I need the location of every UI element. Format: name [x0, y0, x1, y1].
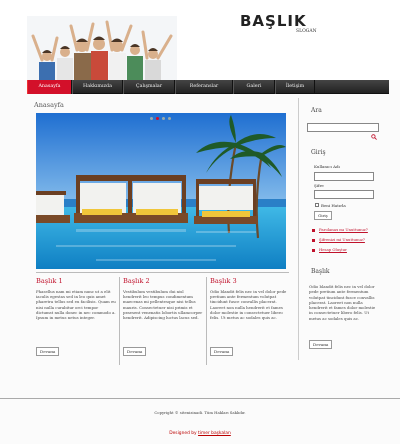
password-label: Şifre	[314, 183, 324, 188]
slider-dots	[150, 117, 171, 120]
read-more-button[interactable]: Devamı	[210, 347, 234, 356]
nav-item-anasayfa[interactable]: Anasayfa	[27, 80, 72, 94]
bullet-icon	[312, 249, 315, 252]
footer-divider	[0, 398, 400, 399]
designer-credit: Designed by timer başkalan	[0, 431, 400, 436]
header: BAŞLIK SLOGAN	[0, 0, 400, 80]
column-divider	[119, 277, 120, 365]
about-read-more-button[interactable]: Devamı	[309, 340, 333, 349]
about-text: Odio blandit felis nec in vel dolor pede…	[309, 284, 376, 321]
bullet-icon	[312, 229, 315, 232]
column-title: Başlık 3	[210, 277, 237, 285]
page-heading: Anasayfa	[34, 101, 64, 109]
bullet-icon	[312, 239, 315, 242]
site-slogan: SLOGAN	[296, 29, 317, 34]
forgot-username-link[interactable]: Şifrenizi mi Unuttunuz?	[319, 237, 365, 242]
column-title: Başlık 1	[36, 277, 63, 285]
slider-dot[interactable]	[150, 117, 153, 120]
remember-label: Beni Hatırla	[321, 203, 346, 208]
username-field[interactable]	[314, 172, 374, 181]
about-heading: Başlık	[311, 268, 330, 275]
page: BAŞLIK SLOGAN Anasayfa Hakkımızda Çalışm…	[0, 0, 400, 444]
image-slider[interactable]	[36, 113, 286, 269]
column-text: Phasellus nam mi etiam nunc ut a elit ia…	[36, 289, 116, 321]
sidebar-divider	[298, 98, 299, 360]
slider-dot[interactable]	[162, 117, 165, 120]
login-heading: Giriş	[311, 149, 326, 156]
login-button[interactable]: Giriş	[314, 211, 332, 220]
remember-checkbox[interactable]	[315, 203, 319, 207]
nav-item-calismalar[interactable]: Çalışmalar	[123, 80, 175, 94]
main-nav: Anasayfa Hakkımızda Çalışmalar Referansl…	[27, 80, 389, 94]
header-photo	[27, 16, 177, 80]
password-field[interactable]	[314, 190, 374, 199]
credit-prefix: Designed by	[169, 431, 197, 436]
search-heading: Ara	[311, 107, 322, 114]
nav-item-hakkimizda[interactable]: Hakkımızda	[72, 80, 123, 94]
content-column-1: Başlık 1 Phasellus nam mi etiam nunc ut …	[36, 277, 116, 369]
search-icon[interactable]	[371, 125, 377, 140]
site-title[interactable]: BAŞLIK	[240, 12, 307, 30]
content-column-2: Başlık 2 Vestibulum vestibulum dui nisl …	[123, 277, 203, 369]
column-divider	[206, 277, 207, 365]
username-label: Kullanıcı Adı	[314, 164, 340, 169]
credit-link[interactable]: timer başkalan	[198, 431, 231, 436]
forgot-password-link[interactable]: Parolanızı mı Unuttunuz?	[319, 227, 368, 232]
content-column-3: Başlık 3 Odio blandit felis nec in vel d…	[210, 277, 290, 369]
search-input[interactable]	[307, 123, 379, 140]
slider-dot[interactable]	[168, 117, 171, 120]
create-account-link[interactable]: Hesap Oluştur	[319, 247, 347, 252]
nav-item-galeri[interactable]: Galeri	[233, 80, 275, 94]
slider-dot-active[interactable]	[156, 117, 159, 120]
read-more-button[interactable]: Devamı	[36, 347, 60, 356]
nav-item-iletisim[interactable]: İletişim	[275, 80, 315, 94]
column-title: Başlık 2	[123, 277, 150, 285]
nav-item-referanslar[interactable]: Referanslar	[175, 80, 233, 94]
copyright-text: Copyright © sitenizinadi. Tüm Hakları Sa…	[154, 410, 246, 415]
column-text: Odio blandit felis nec in vel dolor pede…	[210, 289, 287, 321]
read-more-button[interactable]: Devamı	[123, 347, 147, 356]
column-text: Vestibulum vestibulum dui nisl hendrerit…	[123, 289, 203, 321]
content-divider	[36, 272, 289, 273]
